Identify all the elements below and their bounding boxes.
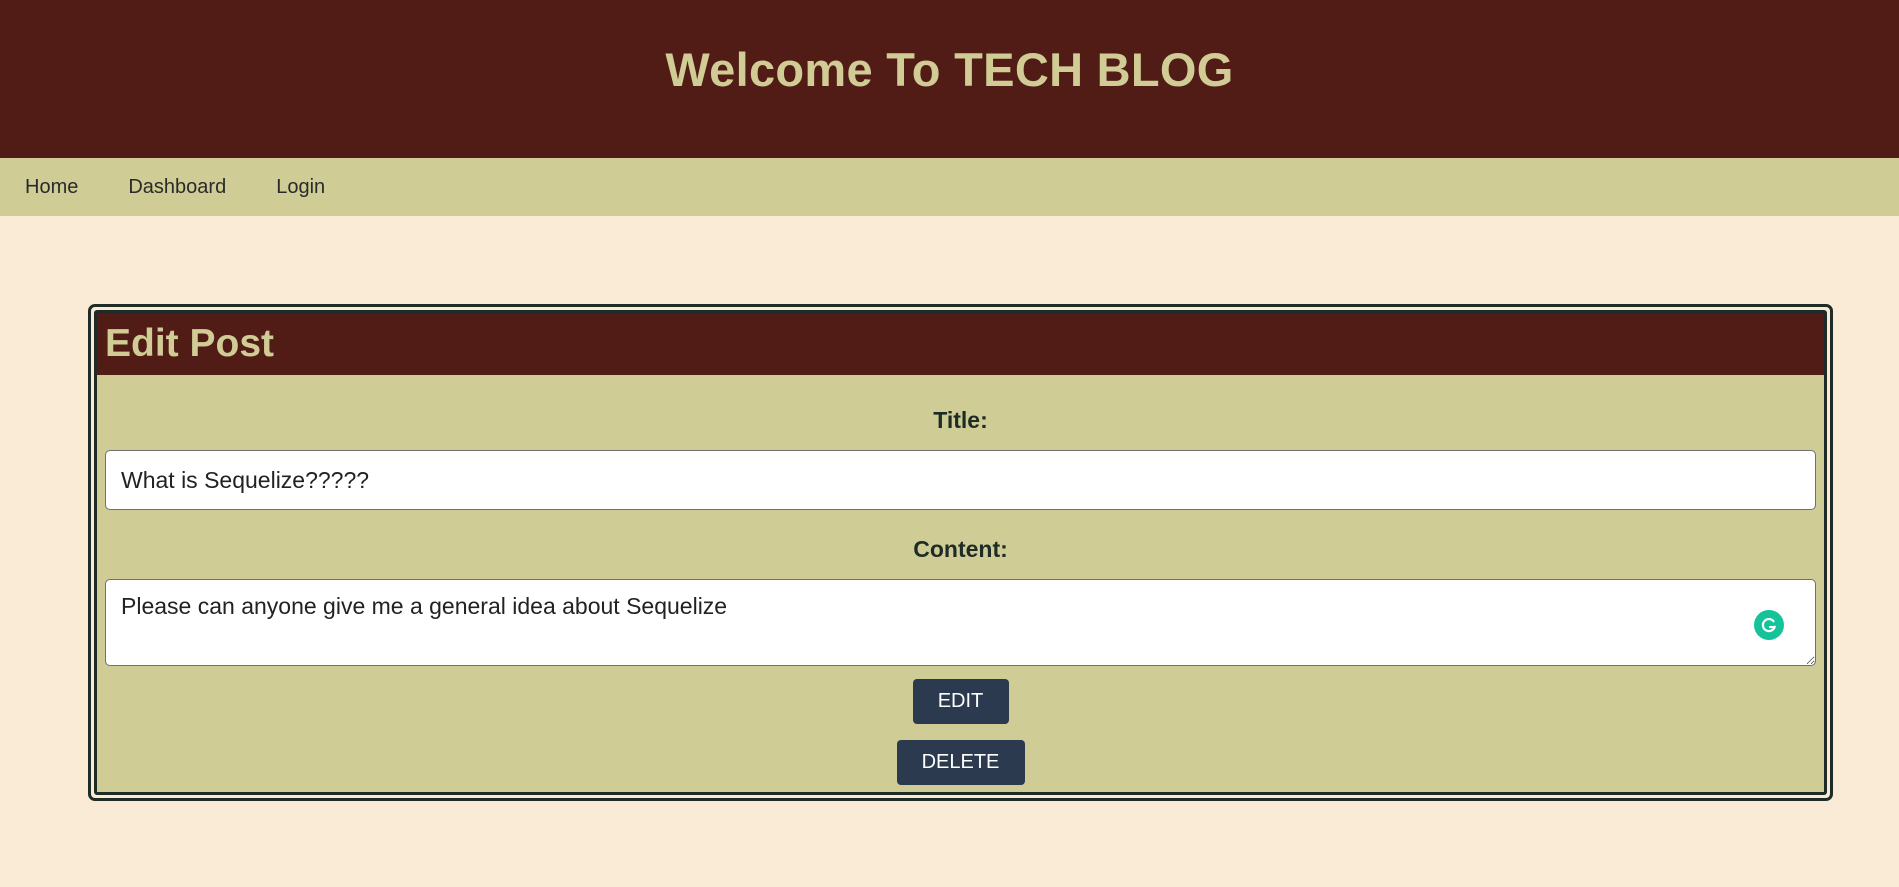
- edit-post-header: Edit Post: [97, 313, 1824, 375]
- site-title: Welcome To TECH BLOG: [665, 43, 1234, 96]
- edit-post-card: Edit Post Title: Content: Please can any…: [88, 304, 1833, 801]
- nav-link-home[interactable]: Home: [25, 176, 78, 199]
- edit-post-form: Title: Content: Please can anyone give m…: [97, 407, 1824, 785]
- content-textarea[interactable]: Please can anyone give me a general idea…: [105, 579, 1816, 666]
- content-label: Content:: [913, 536, 1008, 562]
- edit-button[interactable]: EDIT: [912, 679, 1009, 724]
- title-label: Title:: [933, 407, 988, 433]
- nav-bar: Home Dashboard Login: [0, 158, 1899, 216]
- nav-link-login[interactable]: Login: [276, 176, 325, 199]
- delete-button[interactable]: DELETE: [896, 740, 1025, 785]
- edit-button-row: EDIT: [97, 666, 1824, 724]
- nav-link-dashboard[interactable]: Dashboard: [128, 176, 226, 199]
- delete-button-row: DELETE: [97, 724, 1824, 785]
- edit-post-title: Edit Post: [105, 322, 275, 365]
- content-field-wrapper: Please can anyone give me a general idea…: [97, 579, 1824, 666]
- site-header: Welcome To TECH BLOG: [0, 0, 1899, 158]
- edit-post-card-body: Edit Post Title: Content: Please can any…: [94, 310, 1827, 795]
- title-input[interactable]: [105, 450, 1816, 510]
- grammarly-icon[interactable]: [1754, 610, 1784, 640]
- grammarly-glyph: [1761, 618, 1777, 633]
- main-content: Edit Post Title: Content: Please can any…: [0, 216, 1899, 801]
